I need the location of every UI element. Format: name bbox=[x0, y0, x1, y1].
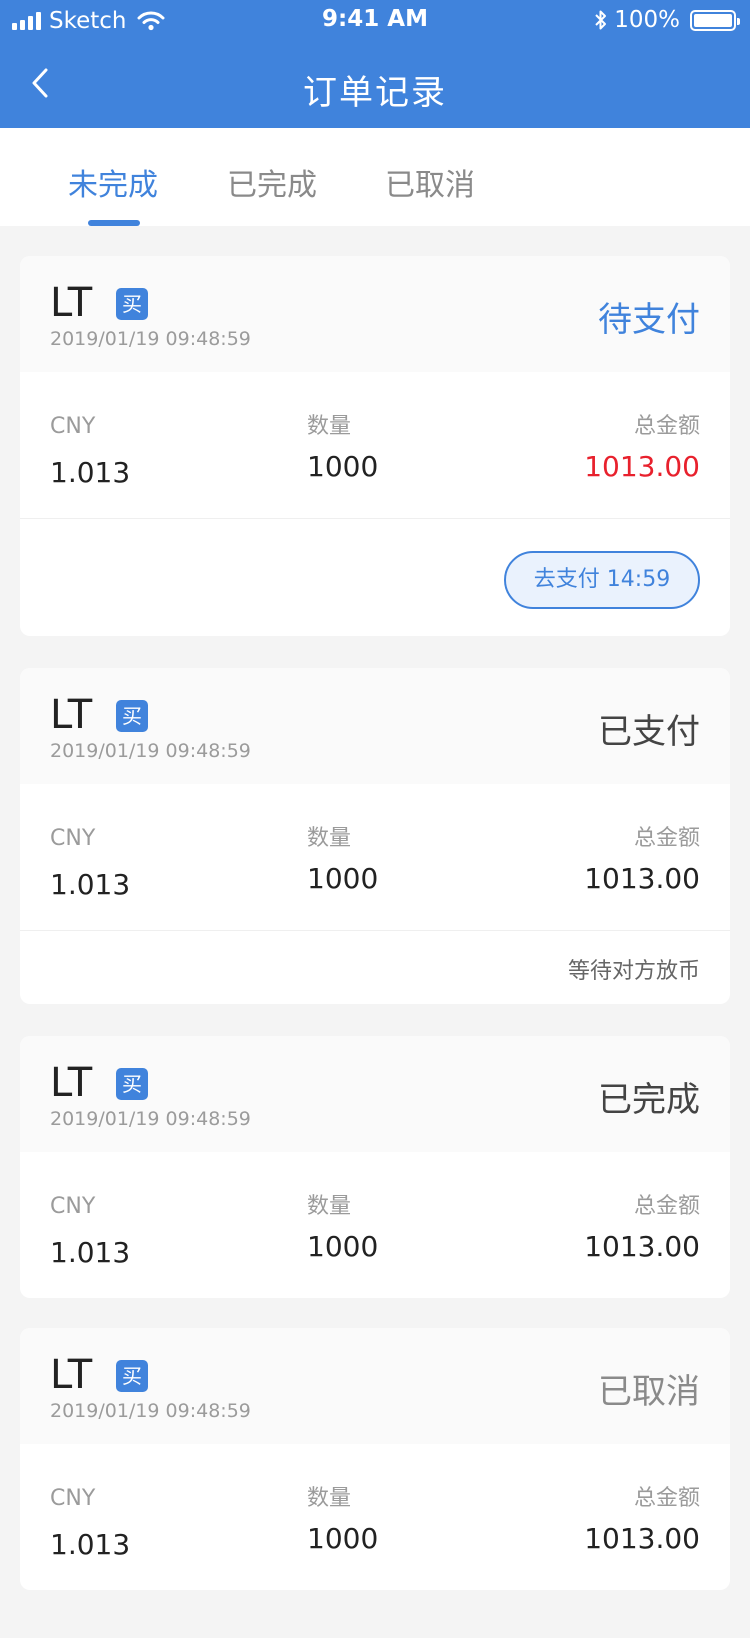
currency-label: CNY bbox=[50, 826, 96, 851]
coin-name: LT bbox=[50, 280, 94, 326]
order-card-header: LT 买 2019/01/19 09:48:59 已完成 bbox=[20, 1036, 730, 1152]
order-time: 2019/01/19 09:48:59 bbox=[50, 740, 251, 762]
app-header: Sketch 9:41 AM 100% 订单记录 bbox=[0, 0, 750, 128]
quantity-label: 数量 bbox=[307, 1486, 352, 1511]
total-value: 1013.00 bbox=[584, 862, 700, 895]
order-card-body: CNY 1.013 数量 1000 总金额 1013.00 bbox=[20, 372, 730, 518]
quantity-label: 数量 bbox=[307, 414, 352, 439]
order-card-body: CNY 1.013 数量 1000 总金额 1013.00 bbox=[20, 1444, 730, 1590]
battery-percent: 100% bbox=[614, 7, 680, 33]
active-tab-indicator bbox=[88, 220, 140, 226]
order-card[interactable]: LT 买 2019/01/19 09:48:59 待支付 CNY 1.013 数… bbox=[20, 256, 730, 636]
coin-name: LT bbox=[50, 1352, 94, 1398]
order-card-body: CNY 1.013 数量 1000 总金额 1013.00 bbox=[20, 1152, 730, 1298]
currency-label: CNY bbox=[50, 414, 96, 439]
coin-name: LT bbox=[50, 692, 94, 738]
total-label: 总金额 bbox=[633, 1194, 700, 1219]
total-value: 1013.00 bbox=[584, 1522, 700, 1555]
order-status: 已支付 bbox=[598, 712, 700, 752]
order-time: 2019/01/19 09:48:59 bbox=[50, 1108, 251, 1130]
quantity-label: 数量 bbox=[307, 826, 352, 851]
battery-icon bbox=[690, 9, 740, 31]
order-card-footer: 去支付 14:59 bbox=[20, 518, 730, 636]
order-card[interactable]: LT 买 2019/01/19 09:48:59 已支付 CNY 1.013 数… bbox=[20, 668, 730, 1004]
total-value: 1013.00 bbox=[584, 1230, 700, 1263]
quantity-label: 数量 bbox=[307, 1194, 352, 1219]
tab-incomplete[interactable]: 未完成 bbox=[68, 160, 158, 204]
status-bar: Sketch 9:41 AM 100% bbox=[0, 0, 750, 40]
tab-bar: 未完成 已完成 已取消 bbox=[0, 128, 750, 226]
waiting-release-note: 等待对方放币 bbox=[567, 959, 700, 984]
order-card[interactable]: LT 买 2019/01/19 09:48:59 已完成 CNY 1.013 数… bbox=[20, 1036, 730, 1298]
currency-label: CNY bbox=[50, 1194, 96, 1219]
tab-completed[interactable]: 已完成 bbox=[227, 160, 317, 204]
order-card-header: LT 买 2019/01/19 09:48:59 待支付 bbox=[20, 256, 730, 372]
buy-badge: 买 bbox=[116, 288, 148, 320]
order-time: 2019/01/19 09:48:59 bbox=[50, 328, 251, 350]
tab-cancelled[interactable]: 已取消 bbox=[385, 160, 475, 204]
price-value: 1.013 bbox=[50, 868, 131, 901]
total-label: 总金额 bbox=[633, 414, 700, 439]
order-card-footer: 等待对方放币 bbox=[20, 930, 730, 1004]
order-card-header: LT 买 2019/01/19 09:48:59 已取消 bbox=[20, 1328, 730, 1444]
quantity-value: 1000 bbox=[307, 450, 379, 483]
total-label: 总金额 bbox=[633, 1486, 700, 1511]
nav-bar: 订单记录 bbox=[0, 45, 750, 125]
price-value: 1.013 bbox=[50, 1236, 131, 1269]
order-card-body: CNY 1.013 数量 1000 总金额 1013.00 bbox=[20, 784, 730, 930]
order-card[interactable]: LT 买 2019/01/19 09:48:59 已取消 CNY 1.013 数… bbox=[20, 1328, 730, 1590]
order-status: 已取消 bbox=[598, 1372, 700, 1412]
quantity-value: 1000 bbox=[307, 1522, 379, 1555]
price-value: 1.013 bbox=[50, 456, 131, 489]
buy-badge: 买 bbox=[116, 700, 148, 732]
buy-badge: 买 bbox=[116, 1068, 148, 1100]
order-time: 2019/01/19 09:48:59 bbox=[50, 1400, 251, 1422]
order-status: 待支付 bbox=[598, 300, 700, 340]
buy-badge: 买 bbox=[116, 1360, 148, 1392]
total-label: 总金额 bbox=[633, 826, 700, 851]
order-card-header: LT 买 2019/01/19 09:48:59 已支付 bbox=[20, 668, 730, 784]
pay-now-button[interactable]: 去支付 14:59 bbox=[504, 551, 700, 609]
coin-name: LT bbox=[50, 1060, 94, 1106]
quantity-value: 1000 bbox=[307, 1230, 379, 1263]
quantity-value: 1000 bbox=[307, 862, 379, 895]
order-status: 已完成 bbox=[598, 1080, 700, 1120]
price-value: 1.013 bbox=[50, 1528, 131, 1561]
page-title: 订单记录 bbox=[303, 73, 447, 113]
status-bar-right: 100% bbox=[594, 6, 740, 34]
bluetooth-icon bbox=[595, 10, 607, 30]
total-value: 1013.00 bbox=[584, 450, 700, 483]
currency-label: CNY bbox=[50, 1486, 96, 1511]
